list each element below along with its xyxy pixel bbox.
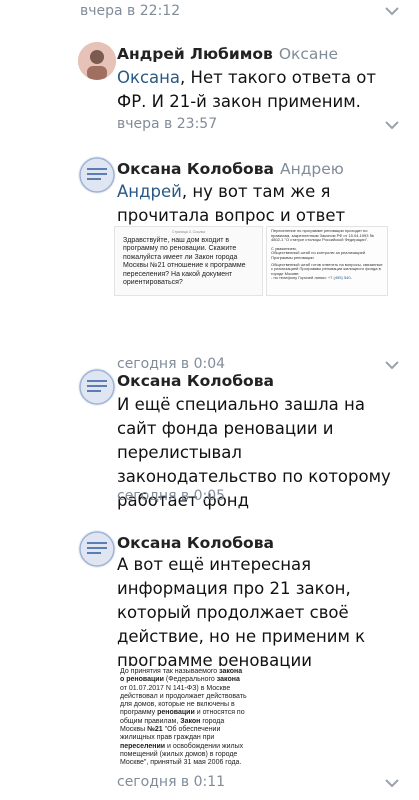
comment-text: Оксана, Нет такого ответа от ФР. И 21-й … xyxy=(117,68,377,111)
doc-body: До принятия так называемого закона о рен… xyxy=(120,668,247,766)
avatar[interactable] xyxy=(78,368,116,406)
avatar[interactable] xyxy=(78,156,116,194)
more-options-icon[interactable] xyxy=(383,774,401,792)
comment-time: вчера в 22:12 xyxy=(80,3,181,19)
comment-time[interactable]: сегодня в 0:04 xyxy=(117,356,225,372)
more-options-icon[interactable] xyxy=(383,116,401,134)
avatar[interactable] xyxy=(78,530,116,568)
attachment-image[interactable]: До принятия так называемого закона о рен… xyxy=(114,666,254,766)
more-options-icon[interactable] xyxy=(383,2,401,20)
mention-link[interactable]: Андрей xyxy=(117,182,182,201)
comment-text: Андрей, ну вот там же я прочитала вопрос… xyxy=(117,182,346,225)
comment-time[interactable]: сегодня в 0:05 xyxy=(117,488,225,504)
mention-link[interactable]: Оксана xyxy=(117,68,180,87)
comment-time[interactable]: вчера в 23:57 xyxy=(117,116,217,132)
more-options-icon[interactable] xyxy=(383,356,401,374)
reply-to-label[interactable]: Андрею xyxy=(280,160,344,178)
attachment-image[interactable]: Страница 3. Ссылка Здравствуйте, наш дом… xyxy=(114,226,263,296)
comment-author[interactable]: Оксана Колобова Андрею xyxy=(117,160,344,178)
comment-author[interactable]: Оксана Колобова xyxy=(117,534,274,552)
comment-author[interactable]: Андрей Любимов Оксане xyxy=(117,45,338,63)
avatar[interactable] xyxy=(78,42,116,80)
comment-author[interactable]: Оксана Колобова xyxy=(117,372,274,390)
comment-time[interactable]: сегодня в 0:11 xyxy=(117,774,225,790)
reply-to-label[interactable]: Оксане xyxy=(279,45,338,63)
doc-body: Здравствуйте, наш дом входит в программу… xyxy=(123,237,246,287)
comment-text: А вот ещё интересная информация про 21 з… xyxy=(117,555,366,670)
attachment-image[interactable]: Переселение по программе реновации прохо… xyxy=(266,226,388,296)
